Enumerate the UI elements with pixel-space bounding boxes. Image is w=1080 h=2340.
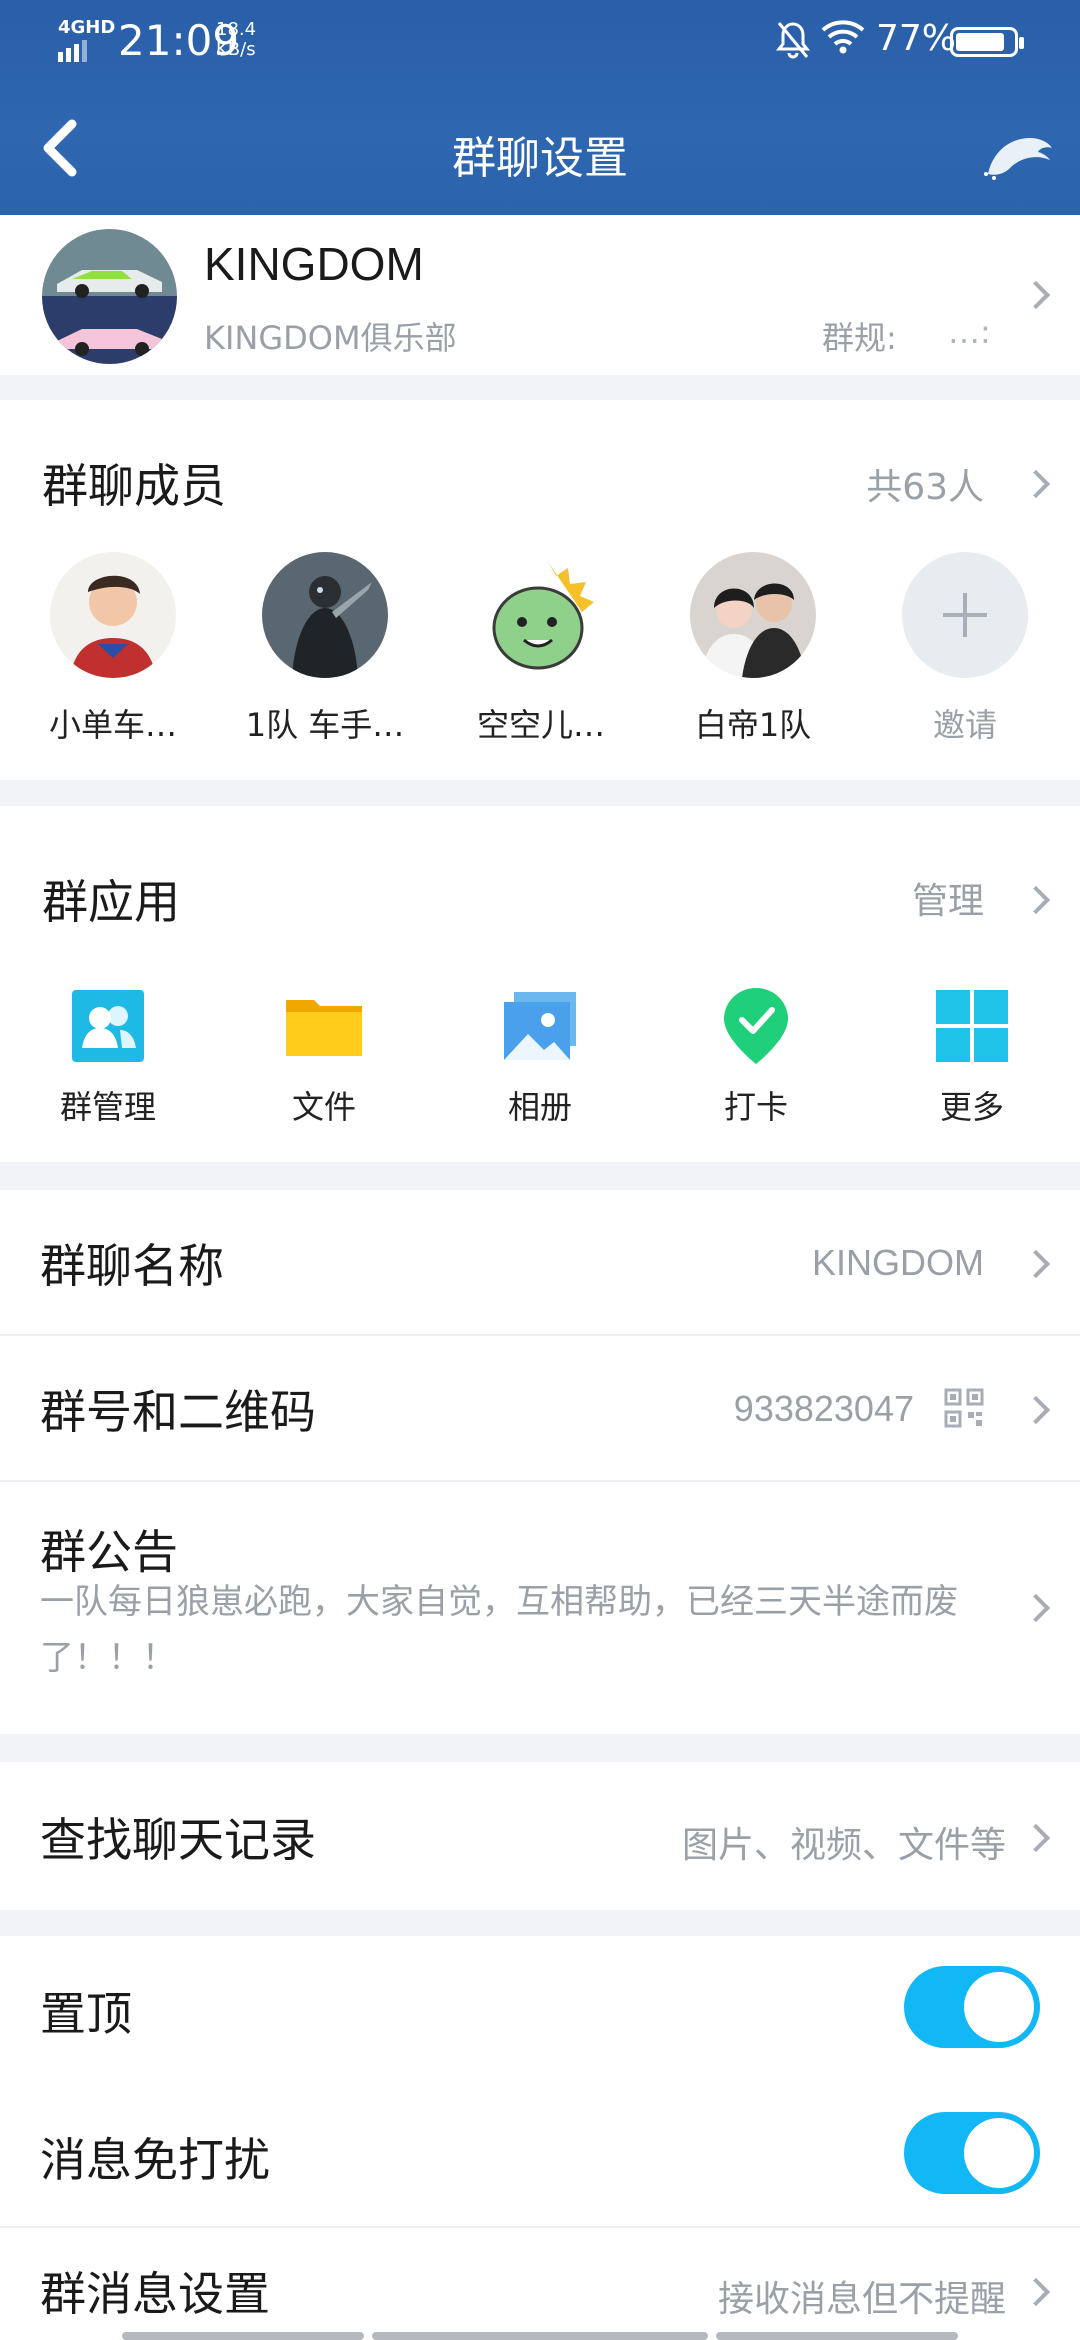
group-number-value: 933823047 [733,1388,914,1429]
member-item[interactable]: 白帝1队 [668,552,838,746]
search-history-label: 查找聊天记录 [40,1813,316,1867]
network-indicator: 4GHD [58,18,115,62]
search-history-hint: 图片、视频、文件等 [681,1825,1006,1866]
status-bar: 4GHD 21:09 18.4 KB/s 77% [0,0,1080,80]
member-name: 小单车… [48,706,177,744]
app-header: 4GHD 21:09 18.4 KB/s 77% 群聊设置 [0,0,1080,215]
chat-options-section: 置顶 消息免打扰 群消息设置 接收消息但不提醒 [0,1936,1080,2340]
dnd-row: 消息免打扰 [0,2082,1080,2228]
chevron-right-icon[interactable] [1021,885,1051,915]
app-label: 相册 [507,1088,572,1126]
group-name-value: KINGDOM [811,1242,984,1283]
battery-percent: 77% [876,18,957,59]
toggle-knob [964,2118,1034,2188]
invite-member-button[interactable]: 邀请 [880,552,1050,746]
member-avatar [50,552,176,678]
group-name: KINGDOM [204,238,424,290]
wifi-icon [820,18,866,63]
chevron-right-icon[interactable] [1021,469,1051,499]
app-album[interactable]: 相册 [465,986,615,1128]
group-manage-icon [68,986,148,1066]
album-icon [500,986,580,1066]
group-notice-label: 群公告 [40,1525,178,1579]
member-item[interactable]: 空空儿… [456,552,626,746]
members-title: 群聊成员 [42,459,226,513]
apps-manage[interactable]: 管理 [912,872,984,924]
network-speed: 18.4 KB/s [216,20,256,60]
qr-code-icon [944,1388,984,1428]
member-name: 空空儿… [476,706,605,744]
message-settings-row[interactable]: 群消息设置 接收消息但不提醒 [0,2228,1080,2340]
checkin-icon [716,986,796,1066]
app-label: 打卡 [723,1088,788,1126]
chevron-right-icon [1021,1593,1051,1623]
group-number-label: 群号和二维码 [40,1385,316,1439]
pin-label: 置顶 [40,1987,132,2041]
chevron-right-icon [1021,280,1051,310]
group-subtitle: KINGDOM俱乐部 [204,319,457,357]
group-name-row[interactable]: 群聊名称 KINGDOM [0,1190,1080,1336]
message-settings-label: 群消息设置 [40,2267,270,2321]
member-item[interactable]: 1队 车手… [240,552,410,746]
dnd-label: 消息免打扰 [40,2133,270,2187]
dnd-toggle[interactable] [904,2112,1040,2194]
chevron-right-icon [1021,1823,1051,1853]
message-settings-value: 接收消息但不提醒 [717,2279,1006,2320]
speed-unit: KB/s [216,39,256,60]
nav-bar-segment [122,2332,364,2340]
pin-row: 置顶 [0,1936,1080,2082]
invite-avatar [902,552,1028,678]
network-type: 4GHD [58,17,116,38]
mute-bell-icon [775,20,811,69]
chevron-right-icon [1021,1249,1051,1279]
app-label: 群管理 [59,1088,156,1126]
app-label: 文件 [291,1088,356,1126]
group-settings-list: 群聊名称 KINGDOM 群号和二维码 933823047 群公告 一队每日狼崽… [0,1190,1080,1734]
battery-icon [950,27,1024,57]
invite-label: 邀请 [932,706,997,744]
group-name-label: 群聊名称 [40,1239,224,1293]
member-name: 1队 车手… [245,706,405,744]
group-rule-value: …: [948,313,991,351]
nav-bar-segment [372,2332,708,2340]
member-avatar [262,552,388,678]
group-avatar [42,229,177,364]
folder-icon [284,986,364,1066]
app-more[interactable]: 更多 [897,986,1047,1128]
chevron-right-icon [1021,1395,1051,1425]
group-rule-label: 群规: [822,319,897,357]
group-apps-section: 群应用 管理 群管理 文件 相册 打卡 更多 [0,806,1080,1162]
app-checkin[interactable]: 打卡 [681,986,831,1128]
app-label: 更多 [939,1088,1004,1126]
pin-toggle[interactable] [904,1966,1040,2048]
group-notice-text: 一队每日狼崽必跑，大家自觉，互相帮助，已经三天半途而废了！！！ [40,1582,958,1678]
page-title: 群聊设置 [452,133,628,184]
signal-icon [58,40,115,62]
dolphin-icon[interactable] [980,118,1060,184]
group-notice-row[interactable]: 群公告 一队每日狼崽必跑，大家自觉，互相帮助，已经三天半途而废了！！！ [0,1482,1080,1734]
group-number-row[interactable]: 群号和二维码 933823047 [0,1336,1080,1482]
more-grid-icon [932,986,1012,1066]
speed-value: 18.4 [216,19,257,40]
apps-title: 群应用 [42,875,180,929]
members-section: 群聊成员 共63人 小单车… 1队 车手… 空空儿… 白帝1队 邀请 [0,400,1080,780]
app-group-manage[interactable]: 群管理 [33,986,183,1128]
search-history-row[interactable]: 查找聊天记录 图片、视频、文件等 [0,1762,1080,1910]
member-item[interactable]: 小单车… [28,552,198,746]
member-avatar [690,552,816,678]
app-files[interactable]: 文件 [249,986,399,1128]
toggle-knob [964,1972,1034,2042]
group-profile-row[interactable]: KINGDOM KINGDOM俱乐部 群规: …: [0,215,1080,375]
plus-icon [943,593,987,637]
members-count[interactable]: 共63人 [866,458,984,510]
nav-bar-segment [716,2332,958,2340]
member-name: 白帝1队 [694,706,812,744]
member-avatar [478,552,604,678]
chevron-right-icon [1021,2277,1051,2307]
